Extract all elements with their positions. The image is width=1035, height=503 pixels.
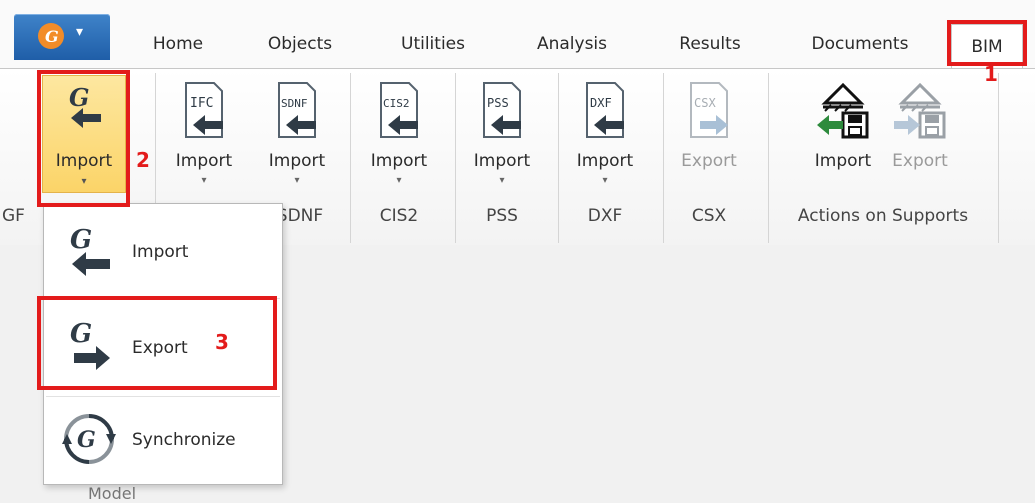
tab-home[interactable]: Home bbox=[138, 30, 218, 58]
dxf-import-label: Import bbox=[576, 151, 634, 171]
ribbon-tab-bar: G ▾ Home Objects Utilities Analysis Resu… bbox=[0, 0, 1035, 69]
supports-import-icon bbox=[817, 82, 869, 139]
annotation-number-2: 2 bbox=[136, 148, 150, 172]
dxf-import-caret: ▾ bbox=[602, 175, 608, 186]
app-menu-caret: ▾ bbox=[76, 24, 84, 40]
group-separator bbox=[350, 73, 351, 243]
sdnf-import-caret: ▾ bbox=[294, 175, 300, 186]
svg-text:SDNF: SDNF bbox=[281, 97, 308, 110]
tab-objects[interactable]: Objects bbox=[255, 30, 345, 58]
group-separator bbox=[998, 73, 999, 243]
csx-export-button[interactable]: CSX Export bbox=[667, 75, 751, 187]
pss-import-label: Import bbox=[473, 151, 531, 171]
tab-results[interactable]: Results bbox=[665, 30, 755, 58]
svg-text:DXF: DXF bbox=[590, 96, 612, 110]
sdnf-import-button[interactable]: SDNF Import ▾ bbox=[255, 75, 339, 187]
annotation-number-1: 1 bbox=[984, 62, 998, 86]
group-separator bbox=[768, 73, 769, 243]
group-label-pss: PSS bbox=[486, 206, 518, 226]
pss-import-button[interactable]: PSS Import ▾ bbox=[460, 75, 544, 187]
group-separator bbox=[455, 73, 456, 243]
svg-text:G: G bbox=[45, 27, 59, 46]
group-separator bbox=[558, 73, 559, 243]
sdnf-import-label: Import bbox=[268, 151, 326, 171]
group-label-actions-on-supports: Actions on Supports bbox=[797, 206, 969, 226]
tab-analysis[interactable]: Analysis bbox=[522, 30, 622, 58]
annotation-box-import bbox=[37, 70, 130, 207]
svg-text:PSS: PSS bbox=[487, 96, 509, 110]
dxf-import-button[interactable]: DXF Import ▾ bbox=[563, 75, 647, 187]
menu-item-synchronize-label: Synchronize bbox=[132, 430, 236, 450]
ifc-import-icon: IFC bbox=[185, 82, 223, 138]
application-menu-button[interactable]: G ▾ bbox=[14, 14, 110, 60]
cis2-import-button[interactable]: CIS2 Import ▾ bbox=[357, 75, 441, 187]
svg-text:G: G bbox=[77, 427, 96, 453]
group-label-gf: GF bbox=[2, 206, 25, 226]
sdnf-import-icon: SDNF bbox=[278, 82, 316, 138]
g-synchronize-icon: G bbox=[62, 414, 116, 464]
supports-import-button[interactable]: Import bbox=[805, 75, 881, 187]
g-import-icon: G bbox=[70, 225, 110, 276]
menu-item-import[interactable]: G Import bbox=[44, 204, 282, 298]
group-separator bbox=[663, 73, 664, 243]
tab-documents[interactable]: Documents bbox=[795, 30, 925, 58]
dxf-import-icon: DXF bbox=[586, 82, 624, 138]
annotation-box-bim bbox=[947, 20, 1027, 66]
csx-export-icon: CSX bbox=[690, 82, 728, 138]
pss-import-icon: PSS bbox=[483, 82, 521, 138]
cis2-import-icon: CIS2 bbox=[380, 82, 418, 138]
svg-text:CSX: CSX bbox=[694, 96, 716, 110]
annotation-number-3: 3 bbox=[215, 330, 229, 354]
ifc-import-label: Import bbox=[175, 151, 233, 171]
csx-export-label: Export bbox=[681, 151, 737, 171]
group-label-dxf: DXF bbox=[587, 206, 623, 226]
menu-item-synchronize[interactable]: G Synchronize bbox=[44, 392, 282, 486]
svg-text:G: G bbox=[70, 225, 92, 255]
group-label-cis2: CIS2 bbox=[379, 206, 419, 226]
menu-item-import-label: Import bbox=[132, 242, 189, 262]
cis2-import-label: Import bbox=[370, 151, 428, 171]
group-label-csx: CSX bbox=[691, 206, 727, 226]
ifc-import-button[interactable]: IFC Import ▾ bbox=[162, 75, 246, 187]
annotation-box-export bbox=[37, 296, 277, 390]
ifc-import-caret: ▾ bbox=[201, 175, 207, 186]
supports-export-label: Export bbox=[892, 151, 948, 171]
supports-export-button[interactable]: Export bbox=[880, 75, 960, 187]
supports-import-label: Import bbox=[814, 151, 872, 171]
svg-text:CIS2: CIS2 bbox=[383, 97, 410, 110]
svg-text:IFC: IFC bbox=[190, 96, 213, 111]
cis2-import-caret: ▾ bbox=[396, 175, 402, 186]
pss-import-caret: ▾ bbox=[499, 175, 505, 186]
gravitech-logo-icon: G bbox=[38, 23, 64, 49]
supports-export-icon bbox=[894, 82, 946, 139]
tab-utilities[interactable]: Utilities bbox=[383, 30, 483, 58]
